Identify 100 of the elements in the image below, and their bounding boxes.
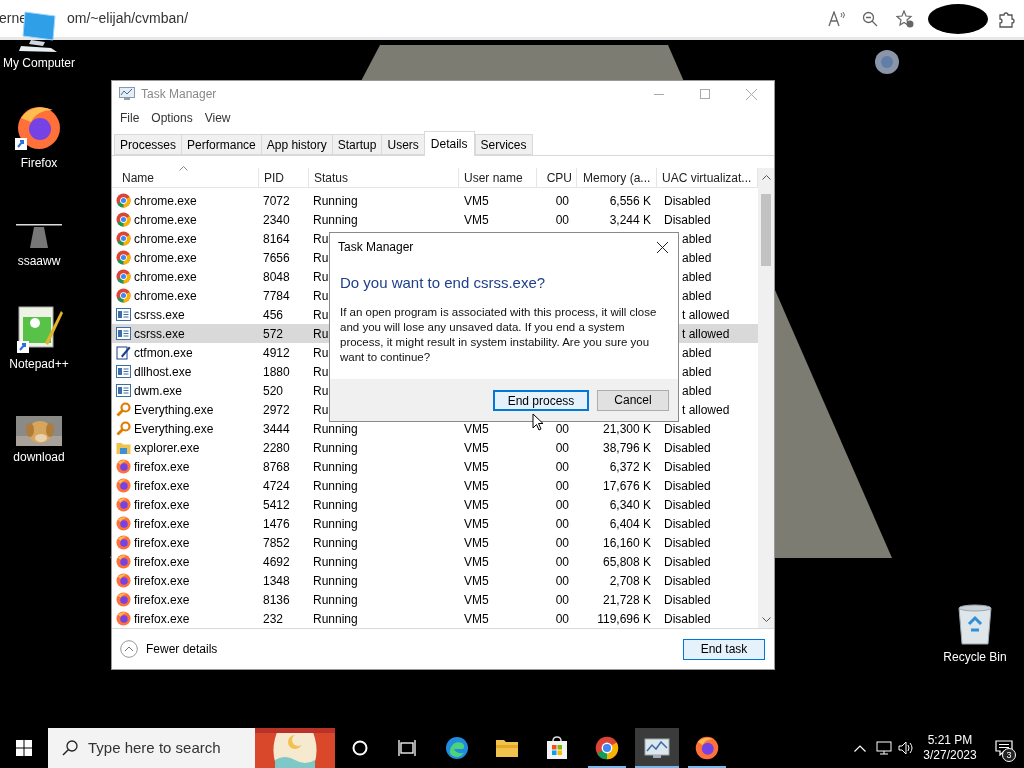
table-cell-text: Ru [312,325,329,343]
table-cell-text: Running [312,534,358,552]
table-cell-text: VM5 [463,572,489,590]
table-cell-text: 6,556 K [609,192,652,210]
table-cell-text: Disabled [664,515,711,533]
table-cell-text: Disabled [664,496,711,514]
table-cell-text: 17,676 K [602,477,652,495]
table-cell-text: Ru [312,249,329,267]
table-cell-text: chrome.exe [134,211,197,229]
table-cell-text: 4724 [262,477,291,495]
table-cell-text: t allowed [682,401,730,419]
table-cell-text: Disabled [664,211,711,229]
table-cell-text: 1880 [262,363,291,381]
table-cell-text: Disabled [664,420,711,438]
table-cell-text: 3444 [262,420,291,438]
table-cell-text: 00 [555,515,570,533]
table-cell-text: firefox.exe [134,496,190,514]
table-cell-text: 8768 [262,458,291,476]
table-cell-text: 00 [555,572,570,590]
table-cell-text: 00 [555,420,570,438]
table-cell-text: Running [312,192,358,210]
table-cell-text: VM5 [463,591,489,609]
table-cell-text: 3,244 K [609,211,652,229]
table-cell-text: 1476 [262,515,291,533]
table-cell-text: Running [312,458,358,476]
table-cell-text: chrome.exe [134,230,197,248]
table-cell-text: VM5 [463,477,489,495]
table-cell-text: Disabled [664,534,711,552]
table-cell-text: VM5 [463,211,489,229]
table-cell-text: VM5 [463,534,489,552]
table-cell-text: Ru [312,401,329,419]
table-cell-text: VM5 [463,192,489,210]
table-cell-text: Running [312,591,358,609]
table-cell-text: Disabled [664,553,711,571]
table-cell-text: Disabled [664,477,711,495]
table-cell-text: firefox.exe [134,553,190,571]
table-cell-text: abled [682,230,712,248]
table-cell-text: 00 [555,496,570,514]
table-cell-text: explorer.exe [134,439,200,457]
table-cell-text: Disabled [664,572,711,590]
table-cell-text: 5412 [262,496,291,514]
table-cell-text: Ru [312,363,329,381]
table-cell-text: abled [682,344,712,362]
table-cell-text: 8136 [262,591,291,609]
table-cell-text: 7072 [262,192,291,210]
table-cell-text: Disabled [664,192,711,210]
table-cell-text: t allowed [682,325,730,343]
table-cell-text: 00 [555,553,570,571]
table-cell-text: 00 [555,610,570,628]
table-cell-text: 6,372 K [609,458,652,476]
table-cell-text: 00 [555,439,570,457]
table-cell-text: VM5 [463,496,489,514]
table-cell-text: Ru [312,268,329,286]
window-title: Task Manager [141,86,217,103]
table-cell-text: VM5 [463,610,489,628]
table-cell-text: csrss.exe [134,306,185,324]
table-cell-text: 00 [555,458,570,476]
table-cell-text: abled [682,268,712,286]
table-cell-text: VM5 [463,458,489,476]
table-cell-text: t allowed [682,306,730,324]
table-cell-text: firefox.exe [134,534,190,552]
table-cell-text: 8164 [262,230,291,248]
table-cell-text: chrome.exe [134,287,197,305]
table-cell-text: 7852 [262,534,291,552]
table-cell-text: 119,696 K [597,610,652,628]
table-cell-text: 1348 [262,572,291,590]
table-cell-text: 21,300 K [602,420,652,438]
table-cell-text: 2340 [262,211,291,229]
table-cell-text: Running [312,211,358,229]
table-cell-text: 38,796 K [602,439,652,457]
table-cell-text: dllhost.exe [134,363,192,381]
table-cell-text: abled [682,382,712,400]
table-cell-text: 520 [262,382,285,400]
table-cell-text: 2280 [262,439,291,457]
table-cell-text: abled [682,249,712,267]
table-cell-text: firefox.exe [134,591,190,609]
table-cell-text: VM5 [463,553,489,571]
table-cell-text: Ru [312,287,329,305]
table-cell-text: 572 [262,325,285,343]
dialog-heading: Do you want to end csrss.exe? [340,273,547,293]
table-cell-text: 65,808 K [602,553,652,571]
table-cell-text: Ru [312,306,329,324]
table-cell-text: 4692 [262,553,291,571]
url-text: om/~elijah/cvmban/ [67,9,189,28]
table-cell-text: Disabled [664,458,711,476]
table-cell-text: VM5 [463,439,489,457]
table-cell-text: 8048 [262,268,291,286]
table-cell-text: abled [682,363,712,381]
notification-badge: 3 [1002,748,1016,762]
table-cell-text: 6,404 K [609,515,652,533]
table-cell-text: chrome.exe [134,268,197,286]
table-cell-text: Disabled [664,439,711,457]
table-cell-text: csrss.exe [134,325,185,343]
table-cell-text: 00 [555,211,570,229]
table-cell-text: 00 [555,591,570,609]
table-cell-text: dwm.exe [134,382,183,400]
table-cell-text: firefox.exe [134,477,190,495]
table-cell-text: firefox.exe [134,572,190,590]
table-cell-text: 2972 [262,401,291,419]
table-cell-text: Everything.exe [134,420,214,438]
